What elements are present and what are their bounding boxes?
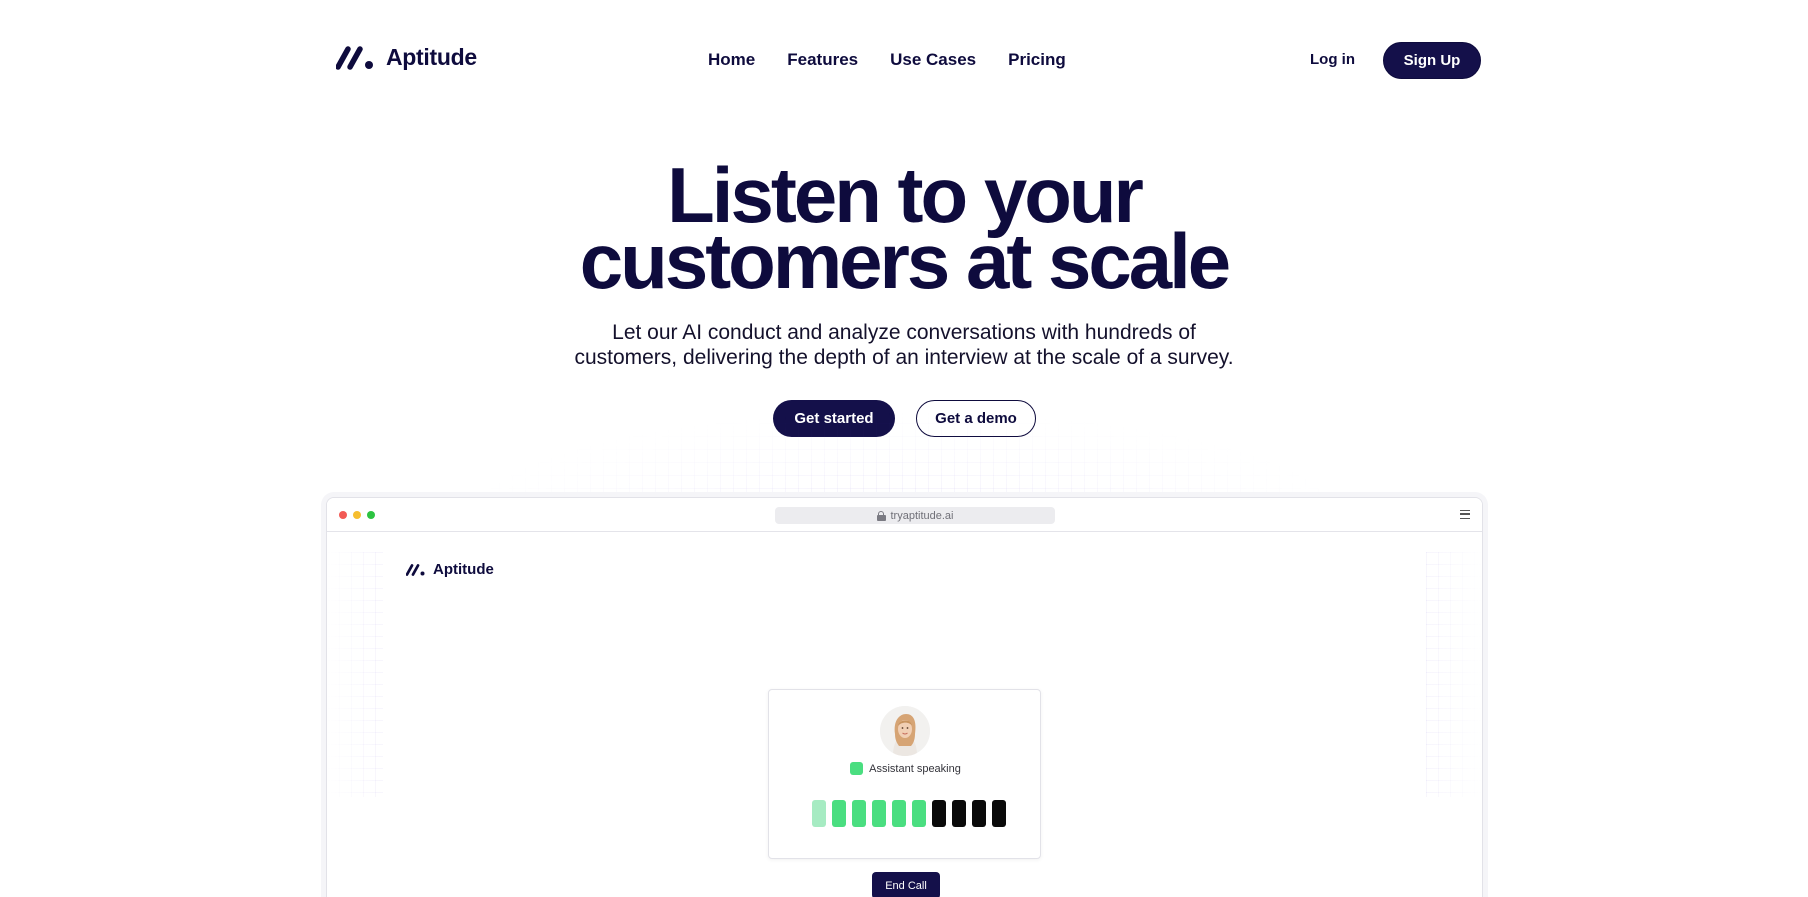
audio-level-bar bbox=[972, 800, 986, 827]
audio-level-bar bbox=[892, 800, 906, 827]
audio-level-meter bbox=[812, 800, 1006, 827]
audio-level-bar bbox=[912, 800, 926, 827]
browser-toolbar: tryaptitude.ai bbox=[327, 498, 1482, 532]
speaking-indicator-icon bbox=[850, 762, 864, 775]
hero-title-line-2: customers at scale bbox=[579, 217, 1231, 305]
lock-icon bbox=[876, 510, 886, 521]
window-minimize-dot-icon bbox=[353, 511, 361, 519]
audio-level-bar bbox=[932, 800, 946, 827]
audio-level-bar bbox=[992, 800, 1006, 827]
aptitude-logo-icon bbox=[336, 45, 373, 70]
grid-side-decoration-right bbox=[1426, 552, 1482, 797]
app-brand-name: Aptitude bbox=[433, 561, 494, 578]
window-close-dot-icon bbox=[339, 511, 347, 519]
nav-link-use-cases[interactable]: Use Cases bbox=[890, 50, 976, 70]
browser-mockup: tryaptitude.ai Aptitude Assistant speaki… bbox=[326, 497, 1483, 897]
window-maximize-dot-icon bbox=[367, 511, 375, 519]
signup-button[interactable]: Sign Up bbox=[1383, 42, 1481, 79]
top-navigation: Aptitude Home Features Use Cases Pricing… bbox=[0, 0, 1808, 120]
call-status: Assistant speaking bbox=[769, 762, 1042, 775]
brand-logo[interactable]: Aptitude bbox=[336, 44, 477, 71]
nav-link-home[interactable]: Home bbox=[708, 50, 755, 70]
hero-subtitle-line-1: Let our AI conduct and analyze conversat… bbox=[612, 321, 1196, 344]
hero-title: Listen to your customers at scale bbox=[0, 156, 1808, 305]
aptitude-logo-icon bbox=[406, 563, 425, 576]
app-preview: Aptitude Assistant speaking End Call bbox=[327, 532, 1482, 897]
call-status-text: Assistant speaking bbox=[869, 762, 961, 775]
brand-name: Aptitude bbox=[386, 44, 477, 70]
app-logo: Aptitude bbox=[406, 561, 494, 578]
audio-level-bar bbox=[832, 800, 846, 827]
call-card: Assistant speaking bbox=[768, 689, 1041, 859]
nav-link-pricing[interactable]: Pricing bbox=[1008, 50, 1066, 70]
hamburger-menu-icon bbox=[1460, 510, 1470, 519]
assistant-avatar bbox=[880, 706, 930, 756]
nav-link-features[interactable]: Features bbox=[787, 50, 858, 70]
address-bar: tryaptitude.ai bbox=[775, 507, 1055, 524]
main-nav: Home Features Use Cases Pricing bbox=[708, 50, 1066, 70]
assistant-portrait-icon bbox=[880, 706, 930, 756]
login-link[interactable]: Log in bbox=[1310, 51, 1355, 68]
end-call-button[interactable]: End Call bbox=[872, 872, 940, 897]
hero-subtitle: Let our AI conduct and analyze conversat… bbox=[0, 320, 1808, 370]
audio-level-bar bbox=[952, 800, 966, 827]
hero-subtitle-line-2: customers, delivering the depth of an in… bbox=[574, 346, 1234, 369]
audio-level-bar bbox=[872, 800, 886, 827]
address-bar-url: tryaptitude.ai bbox=[890, 509, 954, 522]
audio-level-bar bbox=[852, 800, 866, 827]
grid-side-decoration-left bbox=[327, 552, 383, 797]
audio-level-bar bbox=[812, 800, 826, 827]
